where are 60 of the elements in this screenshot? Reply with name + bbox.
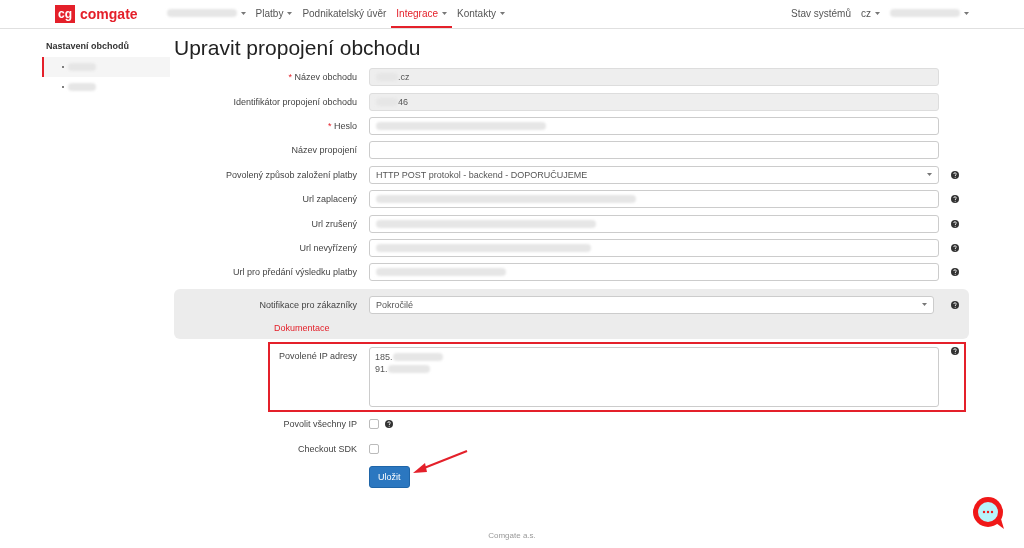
nav-item[interactable]: Integrace bbox=[391, 0, 453, 28]
field-label: Název propojení bbox=[290, 145, 357, 156]
checkbox-label: Checkout SDK bbox=[296, 444, 357, 455]
sidebar-title: Nastavení obchodů bbox=[45, 41, 130, 51]
ip-address-text: 91. bbox=[375, 363, 388, 374]
field-label: Identifikátor propojení obchodu bbox=[232, 96, 357, 107]
field-label: Url pro předání výsledku platby bbox=[231, 267, 357, 278]
ip-address-text: 185. bbox=[375, 351, 393, 362]
help-icon[interactable] bbox=[951, 346, 959, 355]
field-label: Notifikace pro zákazníky bbox=[258, 299, 357, 310]
input-field[interactable] bbox=[369, 141, 939, 160]
textarea-field[interactable]: 185. 91. bbox=[369, 346, 939, 407]
nav-item[interactable]: Platby bbox=[250, 0, 298, 28]
select-field[interactable]: Pokročilé bbox=[369, 295, 934, 314]
input-field[interactable] bbox=[369, 214, 939, 233]
input-field[interactable] bbox=[369, 116, 939, 135]
help-icon[interactable] bbox=[951, 195, 959, 204]
save-button[interactable]: Uložit bbox=[369, 465, 410, 488]
documentation-link[interactable]: Dokumentace bbox=[274, 322, 330, 333]
sidebar-item[interactable] bbox=[42, 57, 170, 77]
redacted-text bbox=[387, 364, 430, 373]
input-field[interactable]: 46 bbox=[369, 92, 939, 111]
required-mark: * bbox=[288, 72, 292, 83]
caret-icon bbox=[922, 303, 927, 307]
nav-item[interactable]: Kontakty bbox=[452, 0, 510, 28]
logo-mark: cg bbox=[55, 5, 75, 23]
chat-bubble-icon[interactable] bbox=[972, 496, 1006, 530]
redacted-text bbox=[68, 83, 96, 91]
help-icon[interactable] bbox=[951, 300, 959, 309]
input-field[interactable] bbox=[369, 238, 939, 257]
help-icon[interactable] bbox=[951, 219, 959, 228]
field-label: * Název obchodu bbox=[287, 72, 357, 83]
field-label: Povolený způsob založení platby bbox=[224, 169, 357, 180]
page-title: Upravit propojení obchodu bbox=[174, 36, 422, 60]
checkbox[interactable] bbox=[369, 419, 379, 430]
checkbox[interactable] bbox=[369, 444, 379, 455]
logo-text: comgate bbox=[80, 6, 138, 22]
field-label: Povolené IP adresy bbox=[278, 349, 357, 361]
field-label: * Heslo bbox=[326, 120, 357, 131]
help-icon[interactable] bbox=[951, 170, 959, 179]
help-icon[interactable] bbox=[951, 243, 959, 252]
field-label: Url zaplacený bbox=[301, 194, 357, 205]
caret-icon bbox=[927, 173, 932, 177]
redacted-text bbox=[392, 352, 443, 361]
redacted-text bbox=[890, 9, 960, 17]
required-mark: * bbox=[327, 120, 332, 131]
nav-item[interactable]: Stav systémů bbox=[785, 0, 856, 28]
footer-text: Comgate a.s. bbox=[488, 531, 536, 540]
nav-item[interactable]: Podnikatelský úvěr bbox=[297, 0, 392, 28]
input-field[interactable] bbox=[369, 190, 939, 209]
input-field[interactable] bbox=[369, 263, 939, 282]
select-field[interactable]: HTTP POST protokol - backend - DOPORUČUJEME bbox=[369, 165, 939, 184]
nav-item[interactable]: cz bbox=[856, 0, 885, 28]
checkbox-label: Povolit všechny IP bbox=[282, 419, 357, 430]
redacted-text bbox=[166, 9, 237, 17]
field-label: Url nevyřízený bbox=[298, 242, 357, 253]
help-icon[interactable] bbox=[385, 420, 393, 429]
input-field[interactable]: .cz bbox=[369, 68, 939, 87]
help-icon[interactable] bbox=[951, 268, 959, 277]
field-label: Url zrušený bbox=[310, 218, 357, 229]
